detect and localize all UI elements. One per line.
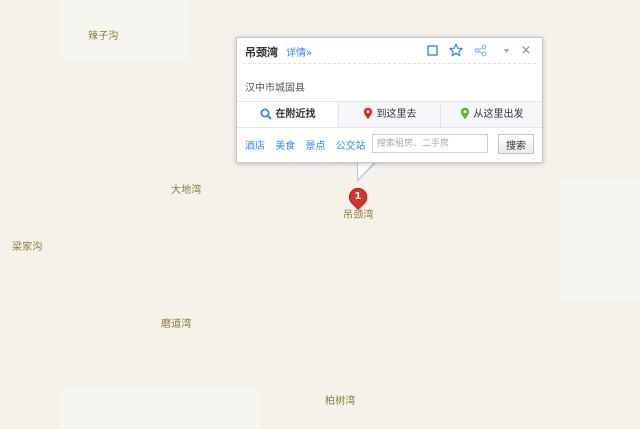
popup-divider [243, 63, 536, 64]
place-label[interactable]: 磨道湾 [161, 315, 192, 330]
detail-link[interactable]: 详情» [286, 44, 312, 59]
map-tile-area [60, 388, 260, 429]
nearby-search-input[interactable] [372, 134, 488, 153]
square-icon[interactable] [424, 42, 440, 58]
close-icon[interactable]: × [518, 42, 534, 58]
map-canvas[interactable]: 辣子沟 大地湾 梁家沟 吊颈湾 磨道湾 柏树湾 吊颈湾 详情» × 汉中市城固县 [0, 0, 640, 429]
red-pin-icon [363, 107, 372, 120]
tab-depart-from-here[interactable]: 从这里出发 [441, 102, 542, 127]
marker-number: 1 [354, 191, 362, 202]
place-label[interactable]: 柏树湾 [325, 392, 356, 407]
tab-label: 到这里去 [376, 109, 417, 120]
tab-go-here[interactable]: 到这里去 [339, 102, 441, 127]
tab-label: 从这里出发 [473, 109, 524, 120]
popup-address: 汉中市城固县 [245, 83, 305, 94]
place-label[interactable]: 辣子沟 [88, 27, 119, 42]
location-marker[interactable]: 1 [345, 184, 371, 212]
quick-links: 酒店 美食 景点 公交站 [245, 137, 373, 152]
map-tile-area [60, 0, 190, 60]
map-tile-area [560, 180, 640, 300]
place-label[interactable]: 梁家沟 [12, 238, 43, 253]
star-icon[interactable] [448, 42, 464, 58]
search-icon [260, 108, 272, 120]
share-icon[interactable] [472, 42, 488, 58]
link-bus-stop[interactable]: 公交站 [336, 141, 366, 152]
link-food[interactable]: 美食 [275, 141, 295, 152]
green-pin-icon [460, 107, 469, 120]
popup-toolbar: × [424, 42, 536, 58]
link-scenic-spot[interactable]: 景点 [305, 141, 325, 152]
popup-tabs: 在附近找 到这里去 从这里出发 [237, 101, 542, 128]
tab-label: 在附近找 [275, 109, 316, 120]
dropdown-icon[interactable] [498, 42, 514, 58]
tab-nearby-search[interactable]: 在附近找 [237, 102, 339, 127]
search-button[interactable]: 搜索 [498, 134, 534, 154]
popup-title: 吊颈湾 [245, 46, 278, 59]
link-hotel[interactable]: 酒店 [245, 141, 265, 152]
place-label[interactable]: 大地湾 [171, 181, 202, 196]
info-window: 吊颈湾 详情» × 汉中市城固县 在附近找 到这里去 从这里出发 酒店 美食 景… [236, 37, 543, 163]
